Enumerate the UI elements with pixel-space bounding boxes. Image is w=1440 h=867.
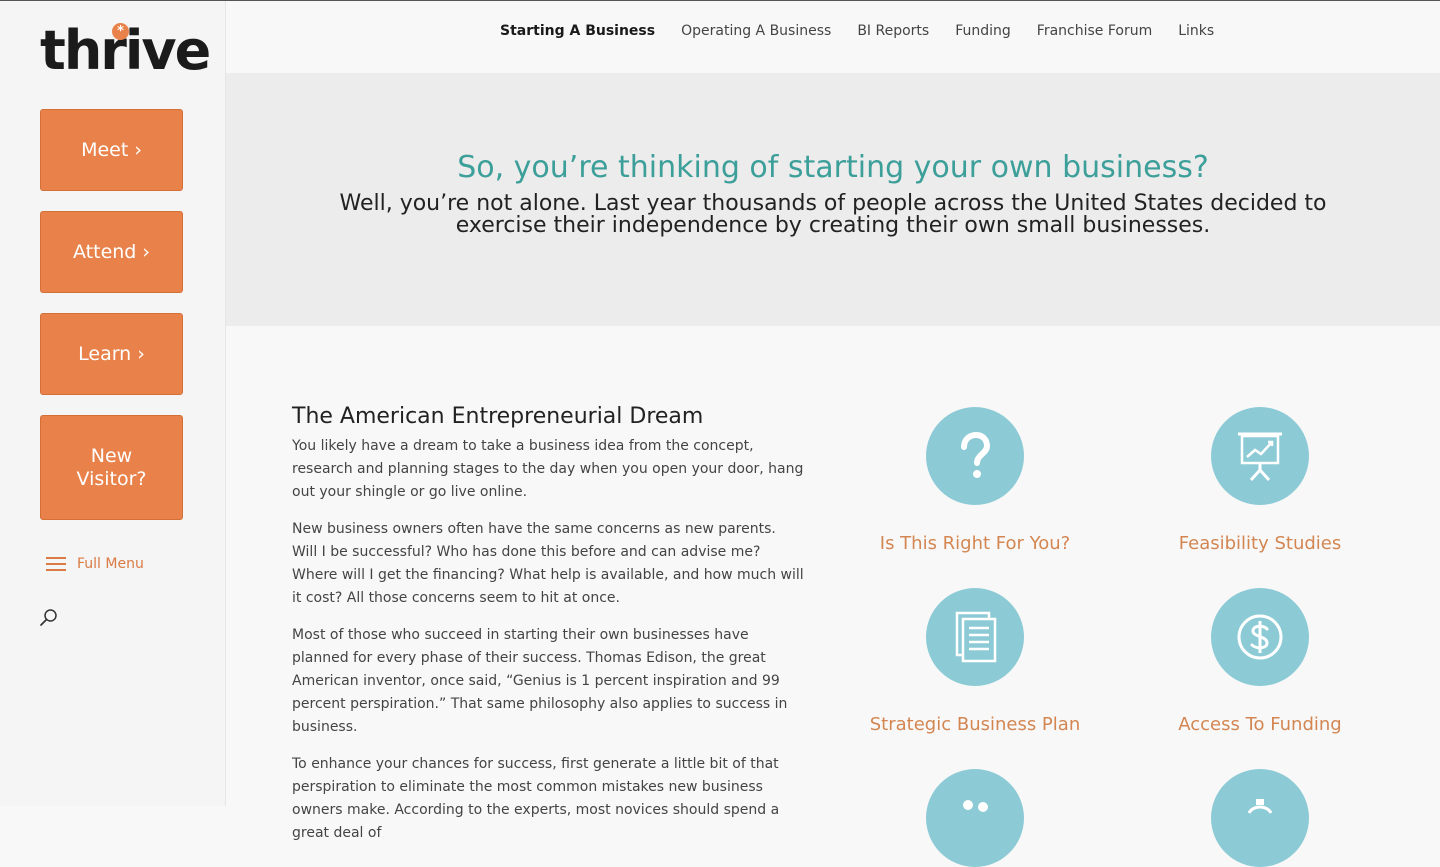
question-mark-icon — [926, 407, 1024, 505]
article: The American Entrepreneurial Dream You l… — [292, 404, 804, 859]
nav-bi-reports[interactable]: BI Reports — [857, 23, 929, 39]
feature-feasibility-studies[interactable]: Feasibility Studies — [1130, 407, 1390, 554]
nav-list: Starting A Business Operating A Business… — [500, 23, 1240, 39]
feature-label: Access To Funding — [1178, 714, 1342, 735]
article-paragraph: To enhance your chances for success, fir… — [292, 756, 780, 841]
nav-franchise-forum[interactable]: Franchise Forum — [1037, 23, 1152, 39]
sidebar: thrive * Meet › Attend › Learn › New Vis… — [0, 1, 226, 806]
feature-partial[interactable] — [845, 769, 1105, 867]
nav-operating-a-business[interactable]: Operating A Business — [681, 23, 831, 39]
meet-button[interactable]: Meet › — [40, 109, 183, 191]
logo-star-icon: * — [112, 23, 129, 40]
new-visitor-button[interactable]: New Visitor? — [40, 415, 183, 520]
feature-label: Strategic Business Plan — [869, 714, 1081, 735]
search-icon[interactable] — [39, 608, 59, 628]
nav-funding[interactable]: Funding — [955, 23, 1011, 39]
hero-subtitle: Well, you’re not alone. Last year thousa… — [339, 191, 1327, 238]
nav-starting-a-business[interactable]: Starting A Business — [500, 23, 655, 39]
new-visitor-button-label: New Visitor? — [76, 444, 147, 490]
top-navigation: Starting A Business Operating A Business… — [226, 1, 1440, 73]
nav-links[interactable]: Links — [1178, 23, 1214, 39]
feature-strategic-business-plan[interactable]: Strategic Business Plan — [845, 588, 1105, 735]
article-paragraph: New business owners often have the same … — [292, 521, 804, 606]
full-menu-button[interactable]: Full Menu — [46, 556, 144, 572]
dollar-icon — [1211, 588, 1309, 686]
document-icon — [926, 588, 1024, 686]
article-heading: The American Entrepreneurial Dream — [292, 404, 704, 429]
attend-button[interactable]: Attend › — [40, 211, 183, 293]
feature-is-this-right-for-you[interactable]: Is This Right For You? — [845, 407, 1105, 554]
people-icon — [926, 769, 1024, 867]
feature-partial[interactable] — [1130, 769, 1390, 867]
meet-button-label: Meet › — [81, 138, 142, 161]
article-paragraph: Most of those who succeed in starting th… — [292, 627, 788, 735]
hero-title: So, you’re thinking of starting your own… — [457, 150, 1209, 185]
hero-banner: So, you’re thinking of starting your own… — [226, 73, 1440, 326]
feature-label: Feasibility Studies — [1178, 533, 1342, 554]
presentation-chart-icon — [1211, 407, 1309, 505]
full-menu-label: Full Menu — [77, 556, 144, 572]
attend-button-label: Attend › — [73, 240, 150, 263]
learn-button[interactable]: Learn › — [40, 313, 183, 395]
article-paragraph: You likely have a dream to take a busine… — [292, 438, 804, 500]
hamburger-icon — [46, 557, 66, 571]
feature-label: Is This Right For You? — [879, 533, 1071, 554]
learn-button-label: Learn › — [78, 342, 145, 365]
feature-access-to-funding[interactable]: Access To Funding — [1130, 588, 1390, 735]
clock-icon — [1211, 769, 1309, 867]
